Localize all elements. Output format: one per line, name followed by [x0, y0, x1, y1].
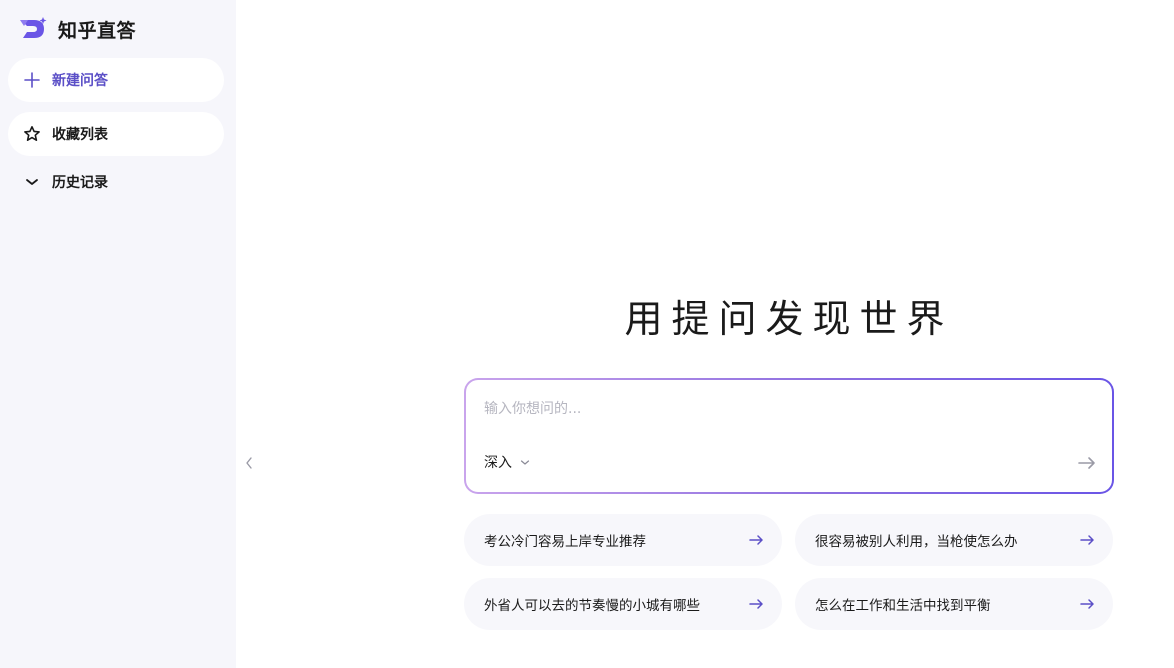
plus-icon — [22, 70, 42, 90]
arrow-right-icon — [748, 596, 764, 612]
suggestion-text: 外省人可以去的节奏慢的小城有哪些 — [484, 598, 700, 614]
arrow-right-icon — [1079, 532, 1095, 548]
composer: 深入 — [464, 378, 1114, 494]
suggestion-item[interactable]: 外省人可以去的节奏慢的小城有哪些 — [464, 578, 782, 630]
brand[interactable]: 知乎直答 — [18, 14, 136, 44]
suggestion-text: 很容易被别人利用，当枪使怎么办 — [815, 534, 1018, 550]
app-window: 知乎直答 新建问答 收藏列表 历史记录 用提问发现世界 输入你想问的... 深入… — [0, 0, 1174, 668]
new-question-label: 新建问答 — [52, 73, 108, 89]
suggestion-text: 考公冷门容易上岸专业推荐 — [484, 534, 646, 550]
arrow-right-icon — [1079, 596, 1095, 612]
composer-inner: 深入 — [466, 380, 1112, 492]
mode-dropdown[interactable]: 深入 — [484, 452, 530, 472]
zhida-logo-icon — [20, 17, 47, 38]
question-input[interactable] — [484, 398, 1084, 420]
arrow-right-icon — [1078, 457, 1095, 469]
page-title: 用提问发现世界 — [624, 297, 954, 341]
send-button[interactable] — [1076, 452, 1098, 474]
star-icon — [22, 124, 42, 144]
history-toggle[interactable]: 历史记录 — [8, 160, 224, 204]
suggestion-item[interactable]: 很容易被别人利用，当枪使怎么办 — [795, 514, 1113, 566]
favorites-list-label: 收藏列表 — [52, 127, 108, 143]
collapse-sidebar-button[interactable] — [242, 452, 256, 474]
chevron-left-icon — [246, 457, 252, 469]
suggestion-text: 怎么在工作和生活中找到平衡 — [815, 598, 991, 614]
chevron-down-icon — [520, 459, 530, 466]
favorites-list-button[interactable]: 收藏列表 — [8, 112, 224, 156]
suggestion-item[interactable]: 考公冷门容易上岸专业推荐 — [464, 514, 782, 566]
brand-name: 知乎直答 — [58, 19, 137, 42]
mode-label: 深入 — [484, 455, 512, 471]
sidebar: 知乎直答 新建问答 收藏列表 历史记录 — [0, 0, 236, 668]
chevron-down-icon — [22, 172, 42, 192]
suggestion-item[interactable]: 怎么在工作和生活中找到平衡 — [795, 578, 1113, 630]
new-question-button[interactable]: 新建问答 — [8, 58, 224, 102]
history-label: 历史记录 — [52, 175, 108, 191]
arrow-right-icon — [748, 532, 764, 548]
